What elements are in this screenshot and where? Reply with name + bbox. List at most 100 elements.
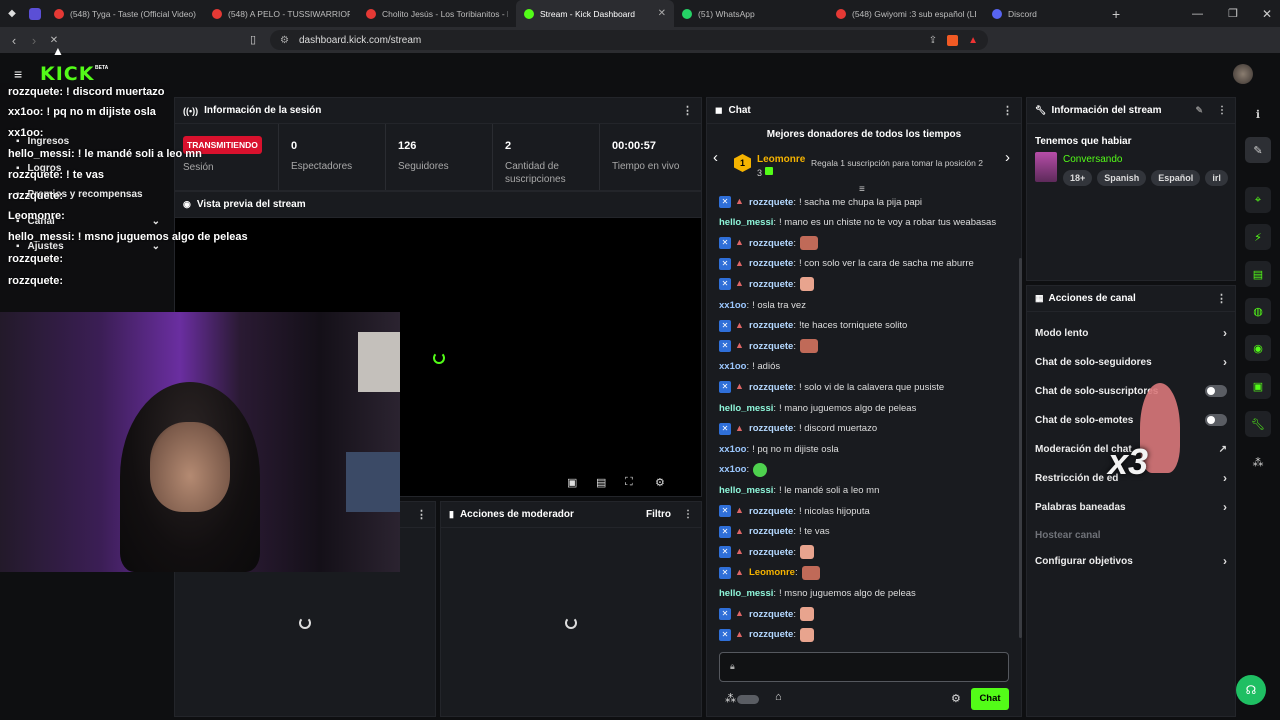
- settings-icon[interactable]: ⚙: [655, 476, 665, 489]
- chat-username[interactable]: xx1oo: [719, 300, 746, 311]
- lightning-icon[interactable]: ⚡︎: [1245, 224, 1271, 250]
- chat-username[interactable]: rozzquete: [749, 279, 793, 290]
- channel-action-item[interactable]: Modo lento ›: [1035, 322, 1227, 344]
- chat-username[interactable]: hello_messi: [719, 217, 773, 228]
- chat-username[interactable]: rozzquete: [749, 609, 793, 620]
- chat-username[interactable]: Leomonre: [749, 567, 795, 578]
- edit-stream-icon[interactable]: ✎: [1245, 137, 1271, 163]
- chat-username[interactable]: xx1oo: [719, 464, 746, 475]
- document-icon[interactable]: ▤: [1245, 261, 1271, 287]
- bookmark-icon[interactable]: ▯: [250, 33, 256, 46]
- chat-username[interactable]: rozzquete: [749, 258, 793, 269]
- chat-username[interactable]: hello_messi: [719, 403, 773, 414]
- browser-tab[interactable]: Discord: [984, 0, 1104, 27]
- tag-list: 18+SpanishEspañolirlco: [1063, 170, 1233, 186]
- browser-tab[interactable]: Stream - Kick Dashboard ✕: [516, 0, 674, 27]
- chat-username[interactable]: xx1oo: [719, 444, 746, 455]
- chat-message: ✕ ▲ Leomonre:: [719, 565, 820, 581]
- share-icon[interactable]: ⇪: [929, 35, 937, 46]
- help-button[interactable]: ☊: [1236, 675, 1266, 705]
- filter-button[interactable]: Filtro: [646, 509, 671, 520]
- toggle-switch[interactable]: [1205, 385, 1227, 397]
- store-rail-icon[interactable]: ▣: [1245, 373, 1271, 399]
- chat-username[interactable]: hello_messi: [719, 485, 773, 496]
- chat-username[interactable]: rozzquete: [749, 341, 793, 352]
- browser-menu-icon[interactable]: ◆: [0, 8, 24, 19]
- info-icon[interactable]: ℹ: [1245, 101, 1271, 127]
- chat-settings-icon[interactable]: ⚙: [951, 692, 961, 705]
- chat-username[interactable]: xx1oo: [719, 361, 746, 372]
- stream-info-header: 🔧︎ Información del stream ✎ ⋮: [1027, 98, 1235, 124]
- channel-action-item[interactable]: Configurar objetivos ›: [1035, 550, 1227, 572]
- session-more-icon[interactable]: ⋮: [682, 104, 693, 117]
- chat-username[interactable]: rozzquete: [749, 197, 793, 208]
- emote-toggle[interactable]: [737, 695, 759, 704]
- url-field[interactable]: ⚙ dashboard.kick.com/stream ⇪ ▲: [270, 30, 988, 50]
- channel-action-item[interactable]: Hostear canal: [1035, 524, 1227, 546]
- channel-action-item[interactable]: Chat de solo-seguidores ›: [1035, 351, 1227, 373]
- browser-tab[interactable]: (548) Gwiyomi :3 sub español (LEE: [828, 0, 984, 27]
- pip-icon[interactable]: ▣: [567, 476, 577, 489]
- stat-uptime-value: 00:00:57: [612, 140, 657, 152]
- theater-icon[interactable]: ▤: [596, 476, 606, 489]
- channel-actions-more-icon[interactable]: ⋮: [1216, 292, 1227, 305]
- store-icon[interactable]: ⌂: [775, 691, 782, 703]
- donors-prev-icon[interactable]: ‹: [713, 149, 718, 166]
- stream-tag[interactable]: irl: [1205, 170, 1228, 186]
- chat-send-button[interactable]: Chat: [971, 688, 1009, 710]
- chat-username[interactable]: rozzquete: [749, 423, 793, 434]
- close-window-button[interactable]: ✕: [1262, 7, 1272, 21]
- fullscreen-icon[interactable]: ⛶: [625, 476, 633, 489]
- broadcast-rail-icon[interactable]: ◉: [1245, 335, 1271, 361]
- chat-scrollbar[interactable]: [1019, 258, 1022, 638]
- toggle-switch[interactable]: [1205, 414, 1227, 426]
- stream-tag[interactable]: Spanish: [1097, 170, 1147, 186]
- stream-info-more-icon[interactable]: ⋮: [1217, 105, 1227, 116]
- emote-picker-icon[interactable]: ⁂: [725, 692, 736, 705]
- stream-tag[interactable]: 18+: [1063, 170, 1093, 186]
- stream-info-panel: 🔧︎ Información del stream ✎ ⋮ Tenemos qu…: [1026, 97, 1236, 281]
- hamburger-icon[interactable]: ≡: [14, 66, 22, 82]
- brave-shield-icon[interactable]: [947, 34, 959, 46]
- chat-input[interactable]: 🔒︎: [719, 652, 1009, 682]
- rewards-icon[interactable]: ▲: [968, 35, 978, 46]
- bottom-left-more-icon[interactable]: ⋮: [416, 508, 427, 521]
- minimize-button[interactable]: —: [1192, 8, 1203, 20]
- back-icon[interactable]: ‹: [4, 33, 24, 48]
- apps-icon[interactable]: ⁂: [1245, 449, 1271, 475]
- browser-tab[interactable]: (548) A PELO - TUSSIWARRIORS (V: [204, 0, 358, 27]
- browser-tab[interactable]: Cholito Jesús - Los Toribianitos - Li: [358, 0, 516, 27]
- browser-tab[interactable]: (51) WhatsApp: [674, 0, 828, 27]
- top-donor-name[interactable]: Leomonre: [757, 154, 805, 165]
- chat-username[interactable]: rozzquete: [749, 238, 793, 249]
- edit-icon[interactable]: ✎: [1195, 105, 1203, 116]
- gift-cta[interactable]: Regala 1 suscripción para tomar la posic…: [811, 158, 983, 168]
- chat-more-icon[interactable]: ⋮: [1002, 104, 1013, 117]
- avatar[interactable]: [1233, 64, 1253, 84]
- chat-username[interactable]: hello_messi: [719, 588, 773, 599]
- scan-icon[interactable]: ⌖: [1245, 187, 1271, 213]
- chat-icon[interactable]: ◍: [1245, 298, 1271, 324]
- maximize-button[interactable]: ❐: [1228, 7, 1238, 20]
- donors-next-icon[interactable]: ›: [1005, 149, 1010, 166]
- tools-icon[interactable]: 🔧︎: [1245, 411, 1271, 437]
- forward-icon[interactable]: ›: [24, 33, 44, 48]
- site-info-icon[interactable]: ⚙: [280, 35, 289, 46]
- channel-action-item[interactable]: Palabras baneadas ›: [1035, 496, 1227, 518]
- mod-actions-more-icon[interactable]: ⋮: [683, 509, 693, 520]
- chat-username[interactable]: rozzquete: [749, 547, 793, 558]
- new-tab-button[interactable]: +: [1112, 6, 1120, 22]
- tab-actions-icon[interactable]: [24, 7, 46, 20]
- tab-close-icon[interactable]: ✕: [652, 8, 666, 19]
- browser-tab[interactable]: (548) Tyga - Taste (Official Video) ft: [46, 0, 204, 27]
- chat-username[interactable]: rozzquete: [749, 506, 793, 517]
- kick-logo[interactable]: KICK: [40, 63, 94, 85]
- overlay-chat-line: hello_messi: ! le mandé soli a leo mn: [8, 148, 202, 160]
- chat-username[interactable]: rozzquete: [749, 382, 793, 393]
- chat-username[interactable]: rozzquete: [749, 320, 793, 331]
- stream-tag[interactable]: Español: [1151, 170, 1201, 186]
- chat-colon: :: [793, 629, 796, 641]
- category-name[interactable]: Conversando: [1063, 154, 1122, 165]
- chat-username[interactable]: rozzquete: [749, 526, 793, 537]
- chat-username[interactable]: rozzquete: [749, 629, 793, 640]
